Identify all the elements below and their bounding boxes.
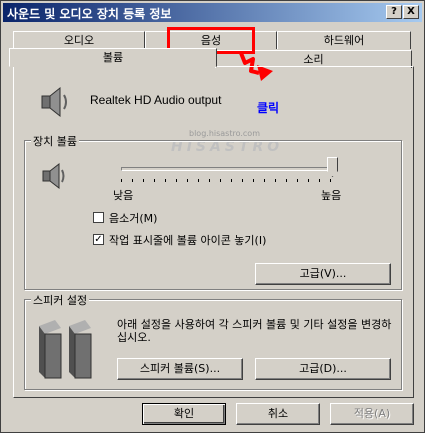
ok-button[interactable]: 확인	[142, 403, 226, 425]
volume-slider-ticks	[121, 179, 337, 183]
help-button[interactable]: ?	[386, 5, 402, 19]
speaker-volume-button[interactable]: 스피커 볼륨(S)...	[117, 358, 243, 380]
speaker-icon	[41, 86, 67, 118]
tab-volume[interactable]: 볼륨	[9, 48, 217, 67]
volume-slider-thumb[interactable]	[327, 157, 338, 177]
window-title: 사운드 및 오디오 장치 등록 정보	[7, 7, 172, 21]
volume-low-label: 낮음	[113, 189, 134, 202]
speakers-icon	[39, 320, 92, 379]
mute-checkbox[interactable]	[93, 212, 104, 223]
speaker-settings-label: 스피커 설정	[31, 292, 90, 308]
apply-button[interactable]: 적용(A)	[330, 403, 414, 425]
advanced-volume-button[interactable]: 고급(V)...	[255, 263, 391, 285]
volume-high-label: 높음	[321, 189, 342, 202]
volume-slider-track[interactable]	[121, 167, 337, 171]
tab-panel-volume: Realtek HD Audio output 장치 볼륨 낮음 높음 음소거(…	[13, 66, 414, 398]
checkmark-icon: ✓	[94, 234, 103, 245]
tray-icon-label[interactable]: 작업 표시줄에 볼륨 아이콘 놓기(I)	[109, 232, 266, 248]
tray-icon-checkbox[interactable]: ✓	[93, 234, 104, 245]
tab-hardware[interactable]: 하드웨어	[277, 31, 411, 49]
volume-speaker-icon	[42, 162, 65, 190]
speaker-settings-group: 스피커 설정 아래 설정을 사용하여 각 스피커 볼륨 및 기타 설정을 변경하…	[24, 292, 402, 390]
mute-label[interactable]: 음소거(M)	[109, 210, 157, 226]
sound-properties-window: 사운드 및 오디오 장치 등록 정보 ? X 오디오 음성 하드웨어 볼륨 소리…	[0, 0, 425, 433]
cancel-button[interactable]: 취소	[236, 403, 320, 425]
speaker-description: 아래 설정을 사용하여 각 스피커 볼륨 및 기타 설정을 변경하십시오.	[117, 318, 392, 344]
device-name: Realtek HD Audio output	[90, 93, 222, 107]
advanced-speaker-button[interactable]: 고급(D)...	[255, 358, 391, 380]
close-button[interactable]: X	[403, 5, 419, 19]
device-volume-label: 장치 볼륨	[31, 133, 79, 149]
device-volume-group: 장치 볼륨 낮음 높음 음소거(M) ✓ 작업 표시줄에 볼륨 아이콘 놓기(I…	[24, 133, 402, 290]
title-bar[interactable]: 사운드 및 오디오 장치 등록 정보 ? X	[3, 3, 422, 22]
tab-audio[interactable]: 오디오	[13, 31, 145, 49]
